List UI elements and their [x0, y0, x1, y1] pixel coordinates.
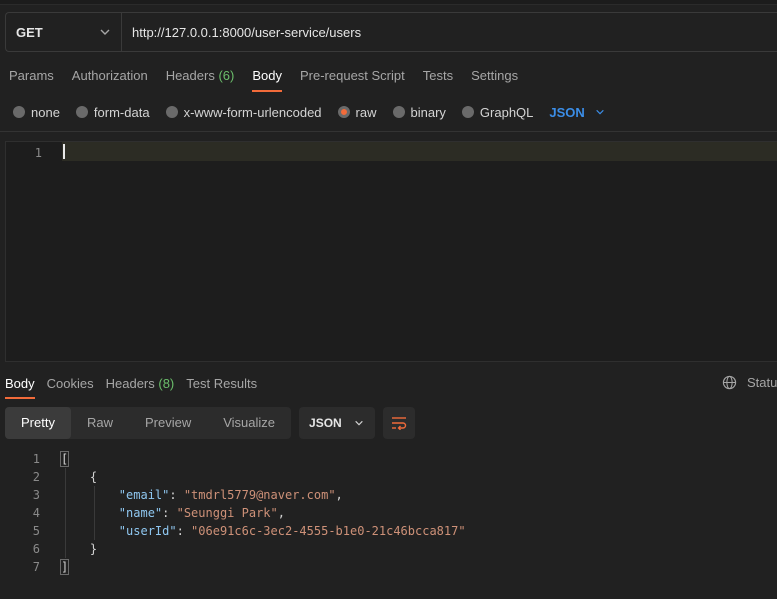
line-number: 4: [32, 506, 40, 520]
response-format-label: JSON: [309, 416, 342, 430]
view-raw[interactable]: Raw: [71, 407, 129, 439]
json-bracket: ]: [59, 559, 70, 575]
radio-none-label: none: [31, 104, 60, 120]
response-tab-test-results[interactable]: Test Results: [181, 372, 262, 396]
top-divider: [0, 0, 777, 5]
response-tab-headers-label: Headers: [105, 376, 155, 391]
response-tab-headers[interactable]: Headers (8): [101, 372, 180, 396]
tab-pre-request-script[interactable]: Pre-request Script: [291, 62, 414, 90]
tab-tests-label: Tests: [422, 68, 454, 83]
tab-headers-label: Headers: [165, 68, 215, 83]
tab-settings[interactable]: Settings: [462, 62, 527, 90]
radio-urlencoded[interactable]: x-www-form-urlencoded: [165, 104, 322, 120]
tab-authorization-label: Authorization: [71, 68, 148, 83]
line-number: 1: [34, 146, 42, 160]
line-number: 1: [32, 452, 40, 466]
response-tabs: Body Cookies Headers (8) Test Results: [0, 372, 264, 399]
tab-authorization[interactable]: Authorization: [63, 62, 157, 90]
url-bar: GET http://127.0.0.1:8000/user-service/u…: [5, 12, 777, 52]
radio-form-data[interactable]: form-data: [75, 104, 150, 120]
divider: [0, 131, 777, 132]
radio-dot: [75, 106, 88, 118]
view-pretty-label: Pretty: [21, 415, 55, 430]
status-label: Statu: [747, 375, 777, 390]
wrap-lines-button[interactable]: [383, 407, 416, 439]
json-string: "tmdrl5779@naver.com": [183, 488, 336, 502]
radio-form-data-label: form-data: [93, 104, 150, 120]
line-number: 7: [32, 560, 40, 574]
line-number: 2: [32, 470, 40, 484]
radio-dot-selected: [337, 106, 350, 118]
view-preview-label: Preview: [144, 415, 192, 430]
request-body-editor[interactable]: 1: [5, 141, 777, 362]
tab-params-label: Params: [9, 68, 54, 83]
json-brace: }: [89, 542, 98, 556]
radio-none[interactable]: none: [13, 105, 60, 120]
body-type-selector: none form-data x-www-form-urlencoded raw…: [13, 102, 605, 122]
view-pretty[interactable]: Pretty: [5, 407, 71, 439]
chevron-down-icon: [100, 29, 110, 35]
view-visualize-label: Visualize: [223, 415, 276, 430]
radio-urlencoded-label: x-www-form-urlencoded: [183, 104, 322, 120]
url-input[interactable]: http://127.0.0.1:8000/user-service/users: [122, 13, 777, 51]
headers-count: (6): [218, 68, 235, 83]
chevron-down-icon: [354, 420, 363, 426]
response-headers-count: (8): [158, 376, 175, 391]
view-mode-segmented: Pretty Raw Preview Visualize: [5, 407, 292, 439]
radio-raw[interactable]: raw: [337, 104, 377, 120]
radio-binary[interactable]: binary: [392, 104, 446, 120]
tab-tests[interactable]: Tests: [414, 62, 462, 90]
view-visualize[interactable]: Visualize: [207, 407, 291, 439]
json-string: "Seunggi Park": [176, 506, 278, 520]
json-bracket: [: [59, 451, 70, 467]
radio-raw-label: raw: [355, 104, 377, 120]
tab-pre-request-label: Pre-request Script: [299, 68, 405, 83]
method-dropdown[interactable]: GET: [6, 13, 122, 51]
url-text: http://127.0.0.1:8000/user-service/users: [132, 24, 362, 40]
view-preview[interactable]: Preview: [129, 407, 207, 439]
tab-body-label: Body: [252, 68, 282, 83]
request-tabs: Params Authorization Headers (6) Body Pr…: [0, 62, 527, 92]
language-label: JSON: [549, 104, 585, 120]
json-key: "userId": [118, 524, 177, 538]
radio-graphql-label: GraphQL: [479, 104, 534, 120]
globe-icon: [722, 375, 737, 390]
response-tab-cookies[interactable]: Cookies: [42, 372, 99, 396]
radio-binary-label: binary: [410, 104, 446, 120]
radio-dot: [165, 106, 178, 118]
language-dropdown[interactable]: JSON: [549, 105, 604, 120]
response-tab-body-label: Body: [5, 376, 35, 391]
radio-dot: [461, 106, 474, 118]
radio-dot: [392, 106, 405, 118]
radio-dot: [13, 106, 25, 118]
json-string: "06e91c6c-3ec2-4555-b1e0-21c46bcca817": [191, 524, 466, 538]
line-number: 5: [32, 524, 40, 538]
wrap-icon: [392, 417, 407, 430]
response-tab-test-results-label: Test Results: [186, 376, 258, 391]
tab-settings-label: Settings: [471, 68, 519, 83]
response-format-dropdown[interactable]: JSON: [299, 407, 376, 439]
method-label: GET: [16, 24, 43, 40]
response-status[interactable]: Statu: [722, 375, 777, 390]
tab-body[interactable]: Body: [243, 62, 291, 92]
current-line-highlight: [62, 142, 777, 161]
chevron-down-icon: [596, 109, 604, 115]
text-caret: [63, 144, 65, 159]
json-key: "email": [118, 488, 170, 502]
response-tab-body[interactable]: Body: [0, 372, 40, 399]
json-key: "name": [118, 506, 163, 520]
response-view-toolbar: Pretty Raw Preview Visualize JSON: [5, 407, 416, 439]
view-raw-label: Raw: [86, 415, 113, 430]
json-brace: {: [89, 470, 98, 484]
line-number: 6: [32, 542, 40, 556]
line-number: 3: [32, 488, 40, 502]
tab-headers[interactable]: Headers (6): [157, 62, 244, 90]
tab-params[interactable]: Params: [0, 62, 63, 90]
response-tab-cookies-label: Cookies: [46, 376, 94, 391]
radio-graphql[interactable]: GraphQL: [461, 104, 534, 120]
